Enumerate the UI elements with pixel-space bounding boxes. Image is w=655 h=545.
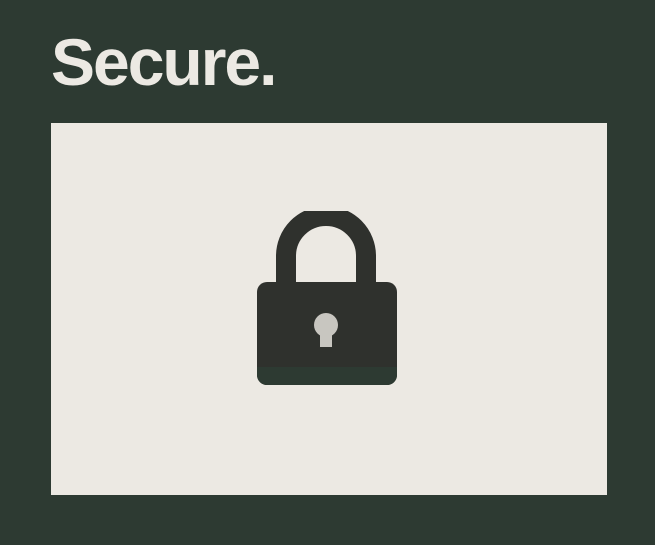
keyhole-slot <box>320 329 332 347</box>
headline: Secure. <box>51 25 277 99</box>
padlock-icon <box>255 211 397 385</box>
illustration-panel <box>51 123 607 495</box>
padlock-base-stripe <box>257 367 397 385</box>
padlock-shackle <box>276 211 376 287</box>
